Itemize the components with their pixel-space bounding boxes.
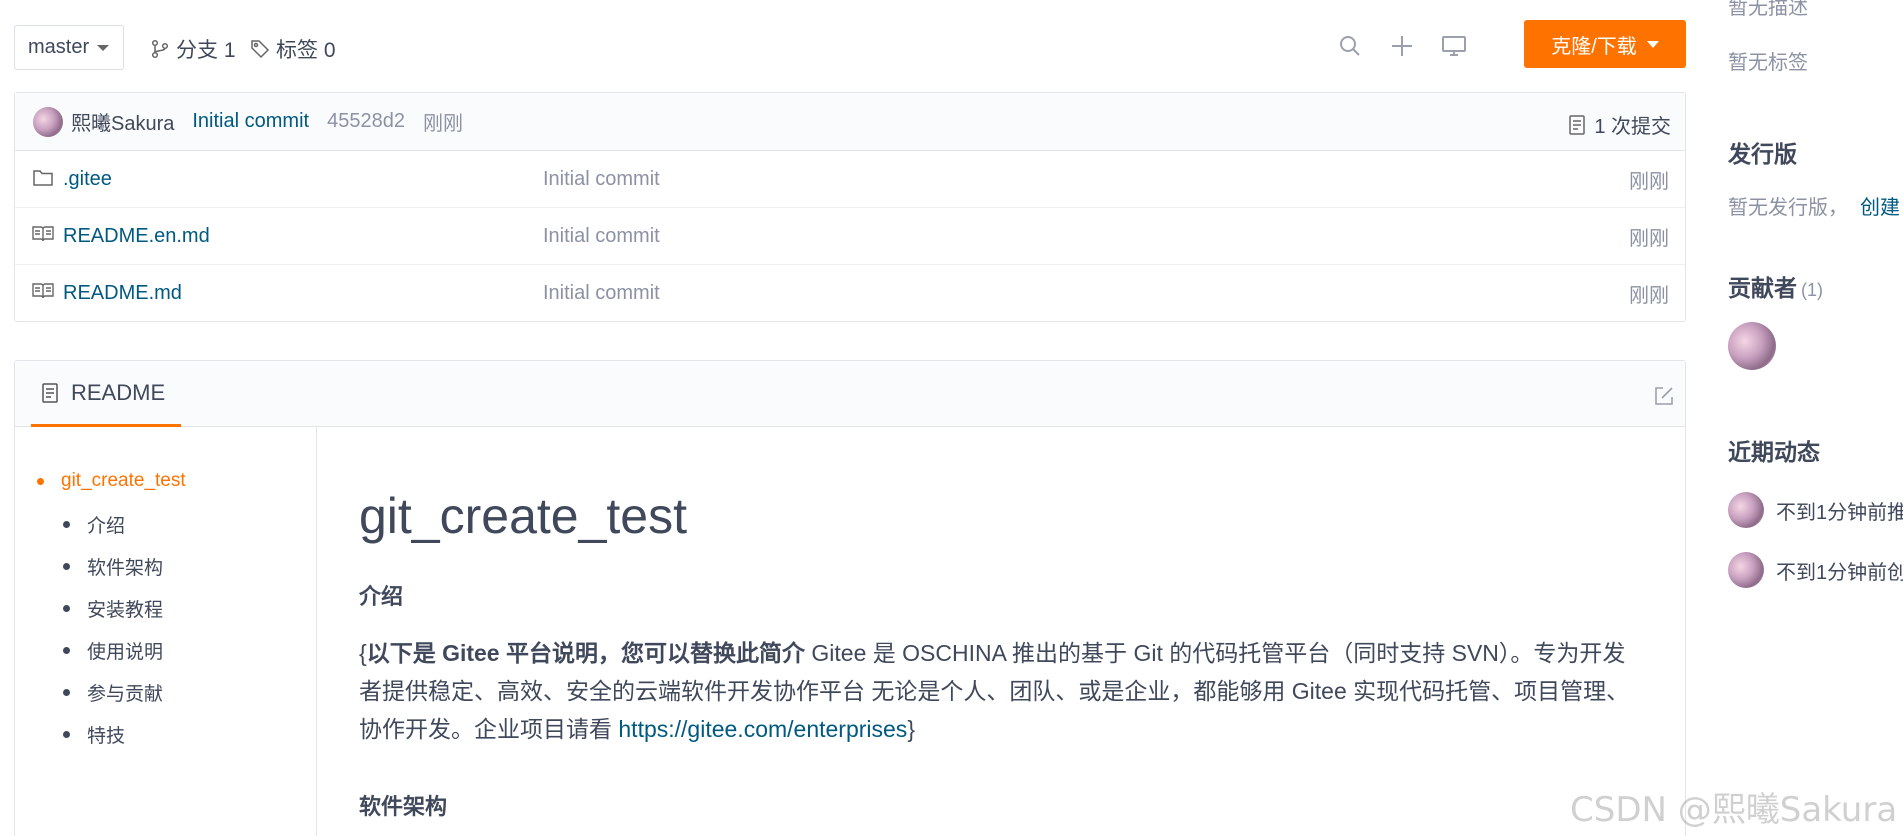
commits-icon [1569,114,1586,135]
activity-item[interactable]: 不到1分钟前创 [1728,552,1903,588]
toc-item[interactable]: 使用说明 [63,637,163,664]
tags-link[interactable]: 标签 0 [250,34,336,64]
activity-avatar [1728,492,1764,528]
releases-title: 发行版 [1728,141,1797,167]
book-icon [32,282,54,306]
no-releases: 暂无发行版， 创建 [1728,197,1900,219]
file-row[interactable]: README.en.md Initial commit 刚刚 [15,208,1685,265]
readme-title: git_create_test [359,488,687,544]
file-list-panel: 熙曦Sakura Initial commit 45528d2 刚刚 1 次提交… [14,92,1686,322]
toc-item[interactable]: 特技 [63,721,125,748]
author-avatar[interactable] [33,106,63,137]
caret-down-icon [1646,40,1659,48]
file-row[interactable]: .gitee Initial commit 刚刚 [15,151,1685,208]
commit-message[interactable]: Initial commit [192,110,309,133]
file-commit-time: 刚刚 [1629,227,1669,250]
file-commit-message[interactable]: Initial commit [543,168,660,191]
intro-heading: 介绍 [359,584,404,609]
toc-item[interactable]: 软件架构 [63,553,163,580]
commit-author[interactable]: 熙曦Sakura [71,107,174,136]
branches-label: 分支 1 [176,39,236,62]
branch-icon [151,39,169,59]
file-row[interactable]: README.md Initial commit 刚刚 [15,265,1685,322]
caret-down-icon [97,44,110,51]
no-tags: 暂无标签 [1728,52,1808,74]
readme-tab-label: README [71,379,166,405]
readme-header: README [15,361,1685,427]
file-commit-time: 刚刚 [1629,170,1669,193]
file-commit-message[interactable]: Initial commit [543,282,660,305]
no-description: 暂无描述 [1728,0,1808,19]
commit-count-link[interactable]: 1 次提交 [1568,110,1671,139]
toc-item[interactable]: 安装教程 [63,595,163,622]
intro-bold: 以下是 Gitee 平台说明，您可以替换此简介 [366,640,805,666]
contributors-count: (1) [1801,280,1823,300]
readme-doc-icon [42,382,58,403]
toc-item[interactable]: 介绍 [63,511,125,538]
file-name[interactable]: README.en.md [63,225,210,248]
contributors-title: 贡献者 (1) [1728,275,1823,301]
toc-item[interactable]: 参与贡献 [63,679,163,706]
file-commit-message[interactable]: Initial commit [543,225,660,248]
file-name[interactable]: .gitee [63,168,112,191]
branch-select[interactable]: master [14,25,124,70]
file-commit-time: 刚刚 [1629,285,1669,307]
folder-icon [32,168,54,194]
enterprises-link[interactable]: https://gitee.com/enterprises [618,716,907,742]
arch-heading: 软件架构 [359,794,448,819]
clone-label: 克隆/下载 [1551,35,1637,58]
activity-item[interactable]: 不到1分钟前推 [1728,492,1903,528]
clone-download-button[interactable]: 克隆/下载 [1524,20,1686,68]
latest-commit-bar: 熙曦Sakura Initial commit 45528d2 刚刚 1 次提交 [15,93,1685,151]
branch-name: master [28,36,90,58]
commit-count-label: 1 次提交 [1594,116,1671,138]
readme-panel: README git_create_test 介绍 软件架构 安装教程 使用说明… [14,360,1686,836]
activity-avatar [1728,552,1764,588]
right-sidebar: 暂无描述 暂无标签 发行版 暂无发行版， 创建 贡献者 (1) 近期动态 不到1分钟… [1728,0,1903,836]
search-icon[interactable] [1335,31,1365,61]
edit-icon[interactable] [1653,385,1675,412]
commit-time: 刚刚 [422,113,463,135]
tags-label: 标签 0 [276,39,336,62]
create-release-link[interactable]: 创建 [1860,197,1900,219]
watermark: CSDN @熙曦Sakura [1570,790,1898,830]
tag-icon [251,40,270,59]
toc-item[interactable]: git_create_test [37,470,186,492]
book-icon [32,225,54,249]
commit-hash[interactable]: 45528d2 [327,110,405,133]
monitor-icon[interactable] [1439,31,1469,61]
branches-link[interactable]: 分支 1 [150,34,236,64]
plus-icon[interactable] [1387,31,1417,61]
contributor-avatar[interactable] [1728,322,1776,370]
intro-paragraph: {以下是 Gitee 平台说明，您可以替换此简介 Gitee 是 OSCHINA… [359,640,1630,742]
readme-toc: git_create_test 介绍 软件架构 安装教程 使用说明 参与贡献 特… [15,427,317,836]
activity-title: 近期动态 [1728,439,1820,465]
tab-readme[interactable]: README [31,361,181,427]
file-name[interactable]: README.md [63,282,182,305]
